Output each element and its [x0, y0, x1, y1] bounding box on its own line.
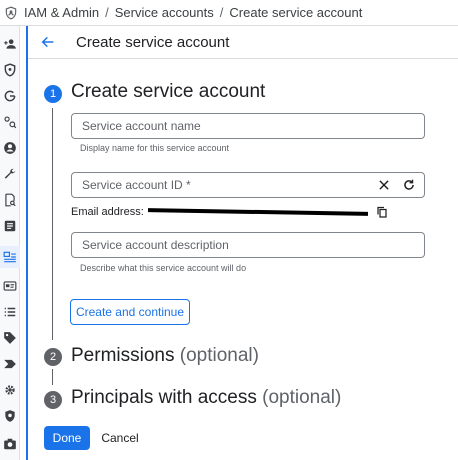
breadcrumb-separator: /: [219, 5, 224, 20]
panel-divider: [26, 26, 28, 460]
email-address-label: Email address:: [71, 206, 144, 218]
step-2-title-text: Permissions: [71, 345, 175, 366]
create-and-continue-button[interactable]: Create and continue: [70, 299, 190, 325]
step-3-title[interactable]: Principals with access (optional): [71, 387, 341, 409]
cancel-button[interactable]: Cancel: [96, 426, 144, 450]
service-account-name-placeholder: Service account name: [82, 119, 201, 133]
shield-icon[interactable]: [2, 62, 18, 78]
step-1-title: Create service account: [71, 81, 265, 103]
done-button[interactable]: Done: [44, 426, 90, 450]
document-search-icon[interactable]: [2, 192, 18, 208]
breadcrumb-service-accounts[interactable]: Service accounts: [115, 5, 214, 20]
service-account-id-placeholder: Service account ID *: [82, 178, 191, 192]
step-3-optional: (optional): [262, 387, 342, 408]
service-account-icon[interactable]: [0, 246, 20, 268]
clear-icon[interactable]: [377, 178, 391, 192]
breadcrumb-current: Create service account: [229, 5, 363, 20]
page-title: Create service account: [76, 33, 230, 51]
account-circle-icon[interactable]: [2, 140, 18, 156]
step-2-badge: 2: [44, 348, 62, 366]
id-card-icon[interactable]: [2, 278, 18, 294]
email-redaction-bar: [147, 208, 368, 216]
email-address-row: Email address:: [71, 206, 388, 218]
copy-icon[interactable]: [376, 206, 388, 218]
step-3-title-text: Principals with access: [71, 387, 257, 408]
step-2-title[interactable]: Permissions (optional): [71, 345, 259, 367]
step-connector: [52, 369, 53, 385]
label-arrow-icon[interactable]: [2, 356, 18, 372]
wrench-icon[interactable]: [2, 166, 18, 182]
step-1-badge: 1: [44, 85, 62, 103]
shield-check-icon[interactable]: [2, 408, 18, 424]
description-helper-text: Describe what this service account will …: [80, 263, 247, 273]
list-doc-icon[interactable]: [2, 218, 18, 234]
left-nav-rail: [0, 26, 20, 460]
step-connector: [52, 108, 53, 340]
breadcrumb-separator: /: [105, 5, 109, 20]
service-account-description-field[interactable]: Service account description: [71, 232, 425, 258]
breadcrumb: IAM & Admin / Service accounts / Create …: [24, 5, 362, 20]
top-bar: IAM & Admin / Service accounts / Create …: [0, 0, 458, 26]
camera-icon[interactable]: [2, 436, 18, 452]
service-account-id-field[interactable]: Service account ID *: [71, 172, 425, 198]
service-account-description-placeholder: Service account description: [82, 238, 229, 252]
step-1-title-text: Create service account: [71, 81, 266, 102]
google-icon[interactable]: [2, 88, 18, 104]
service-account-name-field[interactable]: Service account name: [71, 113, 425, 139]
arrow-back-icon[interactable]: [40, 34, 56, 50]
refresh-icon[interactable]: [402, 178, 416, 192]
key-search-icon[interactable]: [2, 114, 18, 130]
step-3-badge: 3: [44, 391, 62, 409]
name-helper-text: Display name for this service account: [80, 143, 230, 153]
iam-shield-icon: [5, 6, 17, 19]
gear-icon[interactable]: [2, 382, 18, 398]
page-header: Create service account: [28, 26, 458, 59]
list-icon[interactable]: [2, 304, 18, 320]
breadcrumb-iam-admin[interactable]: IAM & Admin: [24, 5, 99, 20]
step-2-optional: (optional): [179, 345, 259, 366]
tag-icon[interactable]: [2, 330, 18, 346]
add-person-icon[interactable]: [2, 36, 18, 52]
